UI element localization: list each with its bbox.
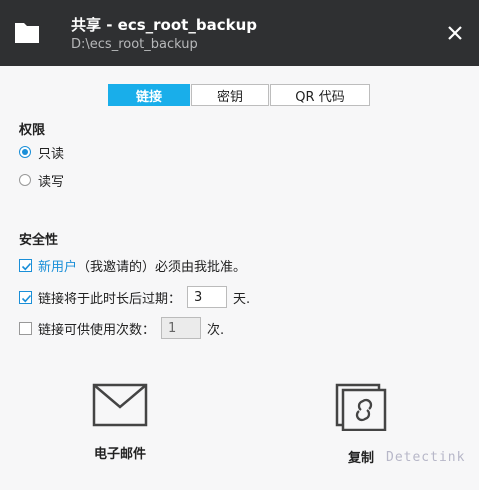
tab-key[interactable]: 密钥 xyxy=(191,84,269,106)
radio-label: 只读 xyxy=(38,146,65,162)
watermark-text: Detectink xyxy=(386,450,466,465)
permissions-heading: 权限 xyxy=(19,123,46,138)
radio-button[interactable] xyxy=(19,174,31,186)
new-user-link[interactable]: 新用户 xyxy=(38,256,77,275)
security-heading: 安全性 xyxy=(19,233,59,248)
max-uses-checkbox[interactable] xyxy=(19,321,32,335)
radio-read-only[interactable]: 只读 xyxy=(19,143,65,162)
max-uses-label: 链接可供使用次数： xyxy=(38,322,156,338)
close-icon[interactable] xyxy=(443,21,467,45)
envelope-icon xyxy=(92,383,148,427)
email-label: 电子邮件 xyxy=(93,447,146,462)
new-user-approval-row: 新用户 （我邀请的）必须由我批准。 xyxy=(19,256,247,275)
expire-row: 链接将于此时长后过期： 天. xyxy=(19,285,250,309)
check-icon xyxy=(21,262,32,270)
radio-read-write[interactable]: 读写 xyxy=(19,171,65,190)
expire-unit: 天. xyxy=(233,291,251,307)
new-user-approval-checkbox[interactable] xyxy=(19,258,32,272)
title-bar: 共享 - ecs_root_backup D:\ecs_root_backup xyxy=(0,0,479,66)
tab-qr-code[interactable]: QR 代码 xyxy=(270,84,370,106)
share-tabs: 链接 密钥 QR 代码 xyxy=(108,84,370,106)
new-user-approval-label: （我邀请的）必须由我批准。 xyxy=(77,259,247,275)
expire-days-input[interactable] xyxy=(187,286,228,308)
max-uses-unit: 次. xyxy=(207,322,225,338)
radio-button[interactable] xyxy=(19,146,31,158)
email-button[interactable]: 电子邮件 xyxy=(80,383,160,462)
folder-path: D:\ecs_root_backup xyxy=(71,37,198,52)
folder-icon xyxy=(15,23,39,43)
expire-label: 链接将于此时长后过期： xyxy=(38,291,182,307)
radio-label: 读写 xyxy=(38,174,65,190)
tab-link[interactable]: 链接 xyxy=(108,84,190,106)
check-icon xyxy=(21,294,32,302)
max-uses-input[interactable] xyxy=(161,317,202,339)
max-uses-row: 链接可供使用次数： 次. xyxy=(19,316,224,340)
window-title: 共享 - ecs_root_backup xyxy=(71,16,257,34)
expire-checkbox[interactable] xyxy=(19,290,32,304)
copy-link-icon xyxy=(335,383,387,432)
